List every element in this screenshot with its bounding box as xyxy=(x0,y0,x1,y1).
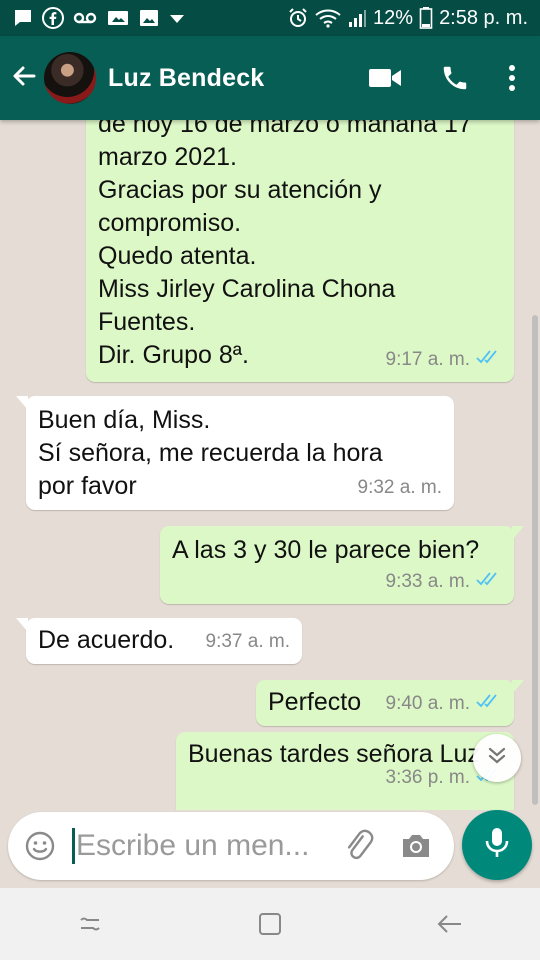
back-arrow-icon xyxy=(10,62,38,95)
message-meta: 9:40 a. m. xyxy=(386,687,503,720)
chat-scrollbar[interactable] xyxy=(532,315,538,805)
message-meta: 9:17 a. m. xyxy=(386,343,503,376)
system-nav-bar xyxy=(0,888,540,960)
message-notification-icon xyxy=(12,7,34,29)
battery-icon xyxy=(419,6,433,30)
video-notification-icon xyxy=(106,7,130,29)
message-time: 9:33 a. m. xyxy=(385,571,471,592)
back-nav-icon[interactable] xyxy=(420,894,480,954)
incoming-message[interactable]: De acuerdo. 9:37 a. m. xyxy=(16,618,302,664)
message-text: A las 3 y 30 le parece bien? xyxy=(172,536,480,564)
back-button[interactable] xyxy=(2,48,46,108)
message-composer xyxy=(8,812,454,880)
emoji-icon[interactable] xyxy=(24,830,56,862)
outgoing-message[interactable]: Perfecto 9:40 a. m. xyxy=(256,680,524,726)
video-call-icon[interactable] xyxy=(368,66,402,90)
status-bar: 12% 2:58 p. m. xyxy=(0,0,540,36)
recent-apps-icon[interactable] xyxy=(60,894,120,954)
message-input-wrapper xyxy=(72,826,342,866)
more-vert-icon[interactable] xyxy=(508,64,516,92)
microphone-button[interactable] xyxy=(462,810,532,880)
text-caret xyxy=(72,828,75,864)
battery-percent: 12% xyxy=(373,6,414,29)
incoming-message[interactable]: Buen día, Miss. Sí señora, me recuerda l… xyxy=(16,396,454,510)
message-meta: 9:33 a. m. xyxy=(386,565,503,598)
voicemail-icon xyxy=(72,7,98,29)
message-time: 9:37 a. m. xyxy=(205,631,291,652)
camera-icon[interactable] xyxy=(400,832,432,860)
read-ticks-icon xyxy=(476,565,502,598)
outgoing-message[interactable]: Buenas tardes señora Luz 3:36 p. m. xyxy=(176,732,514,810)
status-time: 2:58 p. m. xyxy=(439,6,528,29)
read-ticks-icon xyxy=(476,687,502,720)
message-time: 9:32 a. m. xyxy=(357,477,443,498)
facebook-icon xyxy=(42,7,64,29)
contact-avatar[interactable] xyxy=(44,52,96,104)
phone-icon[interactable] xyxy=(440,63,470,93)
chat-messages[interactable]: de hoy 16 de marzo o mañana 17 marzo 202… xyxy=(0,120,540,810)
message-meta: 9:32 a. m. xyxy=(358,471,443,504)
message-input[interactable] xyxy=(72,828,328,864)
outgoing-message[interactable]: de hoy 16 de marzo o mañana 17 marzo 202… xyxy=(86,120,514,382)
message-meta: 9:37 a. m. xyxy=(206,625,291,658)
attach-icon[interactable] xyxy=(342,829,376,863)
alarm-icon xyxy=(287,7,309,29)
message-text: de hoy 16 de marzo o mañana 17 marzo 202… xyxy=(98,120,472,369)
chat-header: Luz Bendeck xyxy=(0,36,540,120)
read-ticks-icon xyxy=(476,343,502,376)
message-time: 9:40 a. m. xyxy=(385,693,471,714)
message-time: 3:36 p. m. xyxy=(385,767,471,788)
home-icon[interactable] xyxy=(240,894,300,954)
message-time: 9:17 a. m. xyxy=(385,349,471,370)
double-chevron-down-icon xyxy=(486,745,508,772)
bubble-tail xyxy=(512,680,524,694)
contact-name[interactable]: Luz Bendeck xyxy=(108,64,264,93)
wifi-icon xyxy=(315,7,341,29)
dropdown-arrow-icon xyxy=(168,7,186,29)
scroll-to-bottom-button[interactable] xyxy=(473,734,521,782)
bubble-tail xyxy=(16,618,28,632)
gallery-icon xyxy=(138,7,160,29)
bubble-tail xyxy=(512,526,524,540)
outgoing-message[interactable]: A las 3 y 30 le parece bien? 9:33 a. m. xyxy=(160,526,524,604)
signal-icon xyxy=(347,7,367,29)
microphone-icon xyxy=(484,826,510,865)
bubble-tail xyxy=(16,396,28,410)
